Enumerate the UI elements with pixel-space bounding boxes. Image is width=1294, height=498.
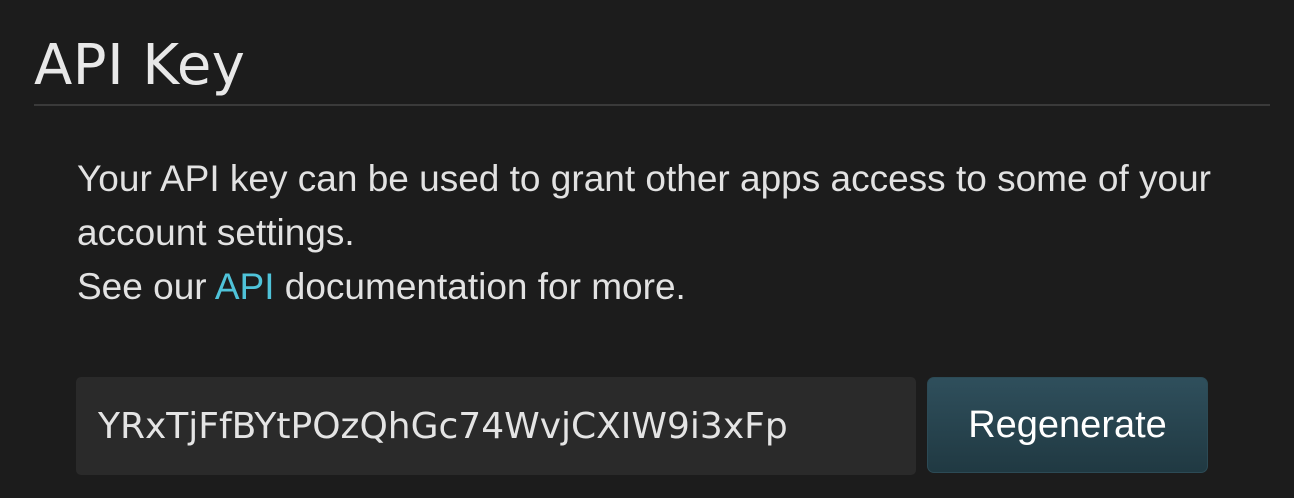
- section-divider: [34, 104, 1270, 106]
- regenerate-button[interactable]: Regenerate: [927, 377, 1208, 473]
- api-documentation-link[interactable]: API: [215, 266, 275, 307]
- description-text: Your API key can be used to grant other …: [77, 158, 1211, 253]
- api-key-field[interactable]: [76, 377, 916, 475]
- documentation-note-prefix: See our: [77, 266, 215, 307]
- api-key-description: Your API key can be used to grant other …: [77, 152, 1227, 314]
- section-title: API Key: [34, 33, 246, 98]
- documentation-note: See our API documentation for more.: [77, 260, 1227, 314]
- documentation-note-suffix: documentation for more.: [274, 266, 686, 307]
